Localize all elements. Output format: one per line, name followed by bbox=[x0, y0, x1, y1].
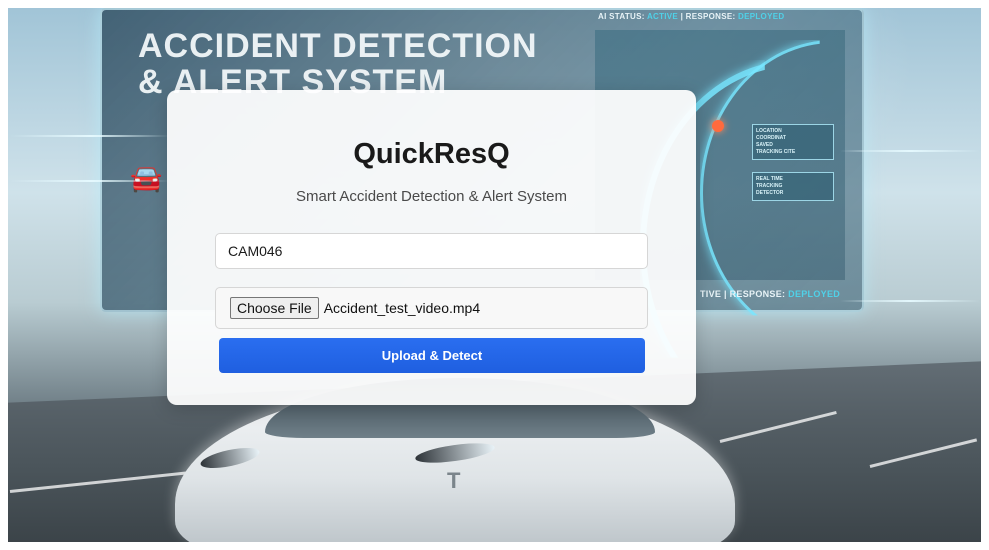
page: ACCIDENT DETECTION & ALERT SYSTEM AI STA… bbox=[0, 0, 989, 550]
background-status-bottom: TIVE | RESPONSE: DEPLOYED bbox=[700, 289, 841, 299]
video-file-field: Choose File Accident_test_video.mp4 bbox=[215, 287, 648, 329]
background-light-trail bbox=[10, 135, 170, 137]
upload-detect-button[interactable]: Upload & Detect bbox=[219, 338, 645, 373]
selected-file-name: Accident_test_video.mp4 bbox=[323, 300, 481, 316]
app-title: QuickResQ bbox=[353, 138, 510, 170]
car-brand-logo: T bbox=[447, 468, 461, 493]
camera-id-input[interactable] bbox=[215, 233, 648, 269]
background-map-box-tracking: REAL TIME TRACKING DETECTOR bbox=[752, 172, 834, 201]
upload-card: QuickResQ Smart Accident Detection & Ale… bbox=[167, 90, 696, 405]
background-light-trail bbox=[840, 300, 980, 302]
app-subtitle: Smart Accident Detection & Alert System bbox=[296, 188, 567, 205]
location-pin-icon bbox=[712, 120, 724, 132]
background-light-trail bbox=[840, 150, 980, 152]
choose-file-button[interactable]: Choose File bbox=[230, 297, 319, 319]
car-icon: 🚘 bbox=[130, 163, 163, 193]
background-light-trail bbox=[10, 180, 170, 182]
background-status-top: AI STATUS: ACTIVE | RESPONSE: DEPLOYED bbox=[598, 12, 785, 21]
background-map-box-location: LOCATION COORDINAT SAVED TRACKING CITE bbox=[752, 124, 834, 160]
